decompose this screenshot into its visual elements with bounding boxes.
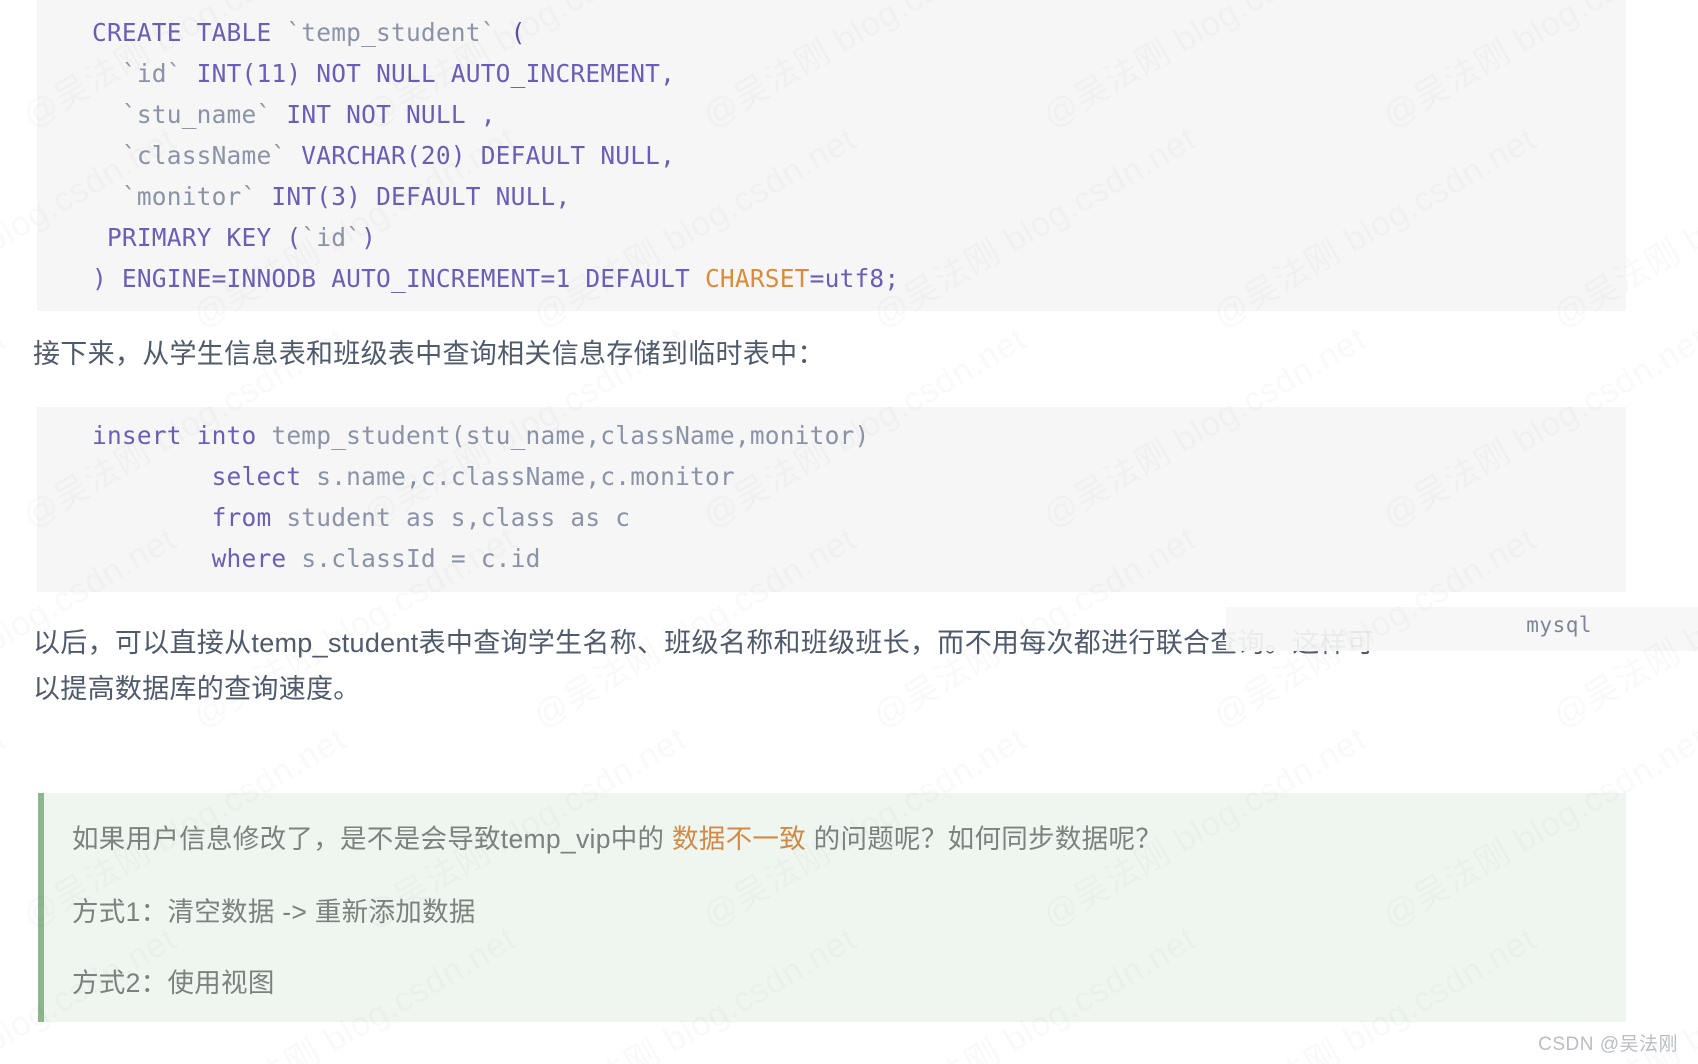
- code-token: PRIMARY KEY (: [92, 223, 302, 252]
- code-token: `id`: [301, 223, 362, 252]
- code-token: where: [92, 544, 302, 573]
- csdn-author-signature: CSDN @吴法刚: [1538, 1034, 1678, 1055]
- code-token: INT(11) NOT NULL AUTO_INCREMENT,: [181, 59, 676, 88]
- tip-callout: 如果用户信息修改了，是不是会导致temp_vip中的 数据不一致 的问题呢？如何…: [38, 793, 1626, 1022]
- code-token: insert into: [92, 421, 272, 450]
- mysql-code-header-overlay: mysql: [1226, 607, 1698, 651]
- code-insert-content: insert into temp_student(stu_name,classN…: [37, 415, 1626, 579]
- code-token: ) ENGINE=INNODB AUTO_INCREMENT=1 DEFAULT: [92, 264, 705, 293]
- code-token: from: [92, 503, 287, 532]
- callout-method-1: 方式1：清空数据 -> 重新添加数据: [72, 897, 476, 927]
- code-token: `temp_student`: [286, 18, 496, 47]
- watermark-text: @吴法刚 blog.csdn.net: [0, 0, 14, 137]
- callout-method-2: 方式2：使用视图: [72, 968, 275, 998]
- code-token: VARCHAR(20) DEFAULT NULL,: [286, 141, 676, 170]
- code-token: student as s,class as c: [286, 503, 631, 532]
- callout-question-prefix: 如果用户信息修改了，是不是会导致temp_vip中的: [72, 824, 672, 854]
- code-token: s.name,c.className,c.monitor: [316, 462, 735, 491]
- code-token: select: [92, 462, 317, 491]
- code-token: =utf8;: [809, 264, 900, 293]
- code-create-content: CREATE TABLE `temp_student` ( `id` INT(1…: [37, 12, 1626, 299]
- code-token: `className`: [121, 141, 287, 170]
- code-token: `id`: [121, 59, 182, 88]
- code-block-create-table: CREATE TABLE `temp_student` ( `id` INT(1…: [37, 0, 1626, 311]
- code-token: (: [495, 18, 526, 47]
- code-token: CHARSET: [704, 264, 810, 293]
- code-token: ): [361, 223, 377, 252]
- code-token: s.classId = c.id: [301, 544, 541, 573]
- watermark-text: @吴法刚 blog.csdn.net: [0, 712, 14, 938]
- watermark-text: @吴法刚 blog.csdn.net: [0, 312, 14, 538]
- code-token: INT NOT NULL ,: [271, 100, 496, 129]
- code-token: `monitor`: [121, 182, 257, 211]
- callout-question-suffix: 的问题呢？如何同步数据呢？: [806, 824, 1163, 854]
- paragraph-intro: 接下来，从学生信息表和班级表中查询相关信息存储到临时表中：: [33, 339, 825, 369]
- code-token: CREATE TABLE: [92, 18, 287, 47]
- code-block-insert-into: insert into temp_student(stu_name,classN…: [37, 407, 1626, 592]
- code-token: INT(3) DEFAULT NULL,: [256, 182, 571, 211]
- code-token: temp_student(stu_name,className,monitor): [271, 421, 870, 450]
- callout-question: 如果用户信息修改了，是不是会导致temp_vip中的 数据不一致 的问题呢？如何…: [72, 817, 1162, 856]
- code-token: `stu_name`: [121, 100, 272, 129]
- paragraph-after-line-2: 以提高数据库的查询速度。: [33, 674, 361, 704]
- callout-question-highlight: 数据不一致: [672, 824, 806, 854]
- code-language-label: mysql: [1526, 613, 1592, 637]
